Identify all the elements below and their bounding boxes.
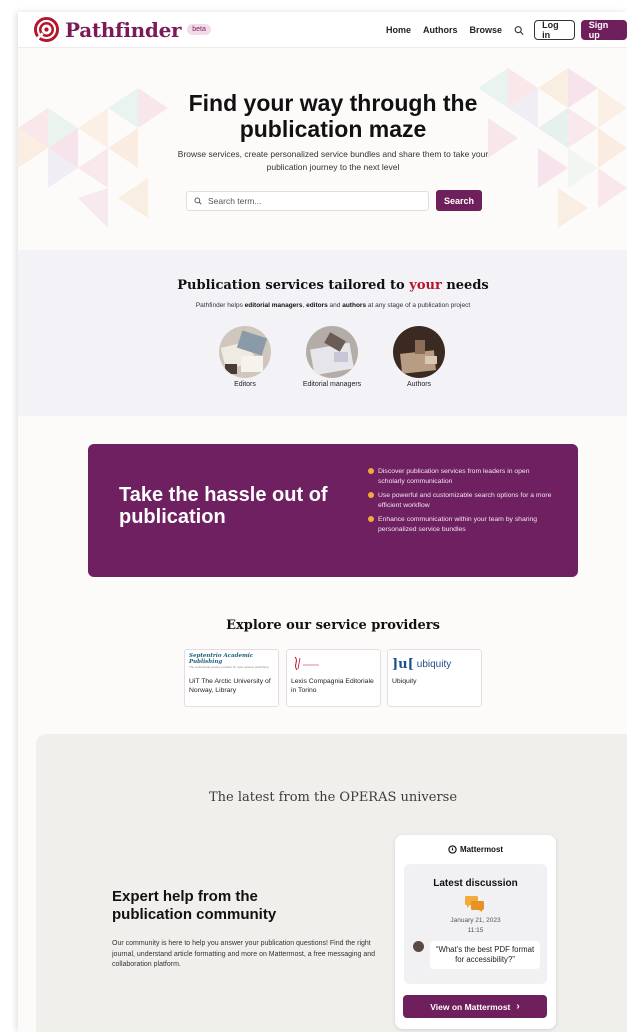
providers-title: Explore our service providers — [226, 618, 440, 633]
search-icon[interactable] — [514, 25, 524, 36]
discussion-question[interactable]: “What’s the best PDF format for accessib… — [430, 941, 540, 969]
role-editorial-managers[interactable]: Editorial managers — [292, 326, 372, 388]
pathfinder-logo-icon — [34, 17, 59, 42]
provider-name: Ubiquity — [392, 678, 417, 685]
discussion-date: January 21, 2023 — [450, 917, 501, 924]
provider-name: UiT The Arctic University of Norway, Lib… — [189, 678, 271, 694]
chat-bubbles-icon — [465, 896, 484, 912]
editorial-managers-photo — [306, 326, 358, 378]
mattermost-card: Mattermost Latest discussion January 21,… — [395, 835, 556, 1029]
hero-section: Find your way through the publication ma… — [18, 48, 627, 250]
brand-logo[interactable]: Pathfinder beta — [34, 17, 211, 42]
authors-photo — [393, 326, 445, 378]
feature-item: Discover publication services from leade… — [368, 467, 558, 486]
septentrio-logo: Septentrio Academic Publishing The insti… — [189, 653, 269, 669]
banner-feature-list: Discover publication services from leade… — [368, 467, 558, 539]
feature-item: Use powerful and customizable search opt… — [368, 491, 558, 510]
hassle-banner: Take the hassle out of publication Disco… — [88, 444, 578, 577]
search-icon — [194, 197, 202, 205]
operas-section: The latest from the OPERAS universe Expe… — [36, 734, 627, 1032]
feature-item: Enhance communication within your team b… — [368, 515, 558, 534]
role-label: Editors — [234, 381, 256, 388]
view-on-mattermost-button[interactable]: View on Mattermost › — [403, 995, 547, 1018]
nav-browse-link[interactable]: Browse — [470, 25, 503, 35]
provider-card-uit[interactable]: Septentrio Academic Publishing The insti… — [184, 649, 279, 707]
hero-subtitle: Browse services, create personalized ser… — [177, 149, 489, 172]
nav-authors-link[interactable]: Authors — [423, 25, 458, 35]
signup-button[interactable]: Sign up — [580, 20, 627, 40]
search-placeholder: Search term... — [208, 196, 262, 206]
banner-title: Take the hassle out of publication — [119, 484, 328, 528]
lexis-logo — [291, 653, 376, 675]
community-text: Our community is here to help you answer… — [112, 940, 376, 968]
role-label: Editorial managers — [302, 381, 362, 388]
ubiquity-mark-icon: ]u[ — [392, 656, 414, 672]
role-editors[interactable]: Editors — [205, 326, 285, 388]
services-title: Publication services tailored to your ne… — [177, 278, 489, 293]
search-input[interactable]: Search term... — [186, 191, 429, 211]
provider-card-lexis[interactable]: Lexis Compagnia Editoriale in Torino — [286, 649, 381, 707]
discussion-time: 11:15 — [467, 927, 484, 934]
operas-title: The latest from the OPERAS universe — [208, 790, 458, 805]
bullet-icon — [368, 468, 374, 474]
role-label: Authors — [406, 381, 432, 388]
search-button[interactable]: Search — [436, 190, 482, 211]
community-heading: Expert help from the publication communi… — [112, 888, 277, 923]
chevron-right-icon: › — [516, 1001, 520, 1012]
main-nav: Home Authors Browse Log in Sign up — [386, 12, 627, 48]
mattermost-logo-icon — [448, 845, 457, 854]
role-authors[interactable]: Authors — [379, 326, 459, 388]
bullet-icon — [368, 492, 374, 498]
avatar — [413, 941, 424, 952]
bullet-icon — [368, 516, 374, 522]
brand-name: Pathfinder — [65, 17, 182, 42]
beta-badge: beta — [187, 24, 211, 35]
mattermost-brand: Mattermost — [395, 845, 556, 854]
editors-photo — [219, 326, 271, 378]
provider-card-ubiquity[interactable]: ]u[ ubiquity Ubiquity — [387, 649, 482, 707]
page: Pathfinder beta Home Authors Browse Log … — [18, 12, 627, 1032]
services-subtitle: Pathfinder helps editorial managers, edi… — [195, 302, 471, 309]
hero-title: Find your way through the publication ma… — [188, 90, 478, 142]
latest-discussion-title: Latest discussion — [433, 878, 518, 889]
provider-name: Lexis Compagnia Editoriale in Torino — [291, 678, 374, 694]
top-navbar: Pathfinder beta Home Authors Browse Log … — [18, 12, 627, 48]
services-section: Publication services tailored to your ne… — [18, 250, 627, 416]
ubiquity-logo: ]u[ ubiquity — [392, 656, 452, 672]
login-button[interactable]: Log in — [534, 20, 575, 40]
latest-discussion-panel: Latest discussion January 21, 2023 11:15… — [404, 864, 547, 984]
nav-home-link[interactable]: Home — [386, 25, 411, 35]
